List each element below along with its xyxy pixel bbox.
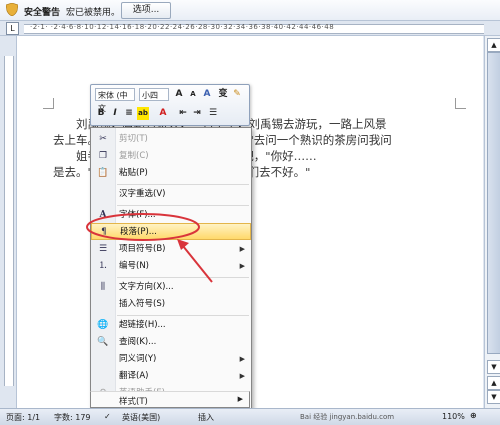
format-painter-icon[interactable]: ✎ — [231, 88, 243, 101]
bullets-icon: ☰ — [98, 244, 108, 254]
highlight-color-button[interactable]: ab — [137, 107, 149, 120]
menu-item-copy[interactable]: ❐ 复制(C) — [91, 148, 251, 165]
insert-mode[interactable]: 插入 — [198, 412, 214, 423]
security-warning-bar: 安全警告 宏已被禁用。 选项... — [0, 0, 500, 21]
font-color-button[interactable]: A — [157, 107, 169, 120]
menu-item-translate[interactable]: 翻译(A) ▶ — [91, 368, 251, 385]
options-button[interactable]: 选项... — [121, 2, 171, 19]
proofing-icon[interactable]: ✓ — [104, 412, 111, 421]
submenu-arrow-icon: ▶ — [237, 395, 243, 403]
paragraph-icon: ¶ — [101, 227, 107, 237]
menu-item-font[interactable]: A 字体(F)... — [91, 207, 251, 224]
submenu-arrow-icon: ▶ — [239, 245, 245, 253]
paste-icon: 📋 — [97, 168, 109, 178]
menu-item-styles[interactable]: 样式(T) ▶ — [90, 391, 250, 408]
tab-selector-icon[interactable]: L — [6, 22, 19, 35]
font-icon: A — [99, 210, 107, 220]
zoom-level[interactable]: 110% — [442, 412, 465, 421]
vertical-scrollbar[interactable]: ▲ ▼ ▲ ▼ — [484, 36, 500, 408]
menu-item-lookup[interactable]: 🔍 查阅(K)... — [91, 334, 251, 351]
menu-item-cut[interactable]: ✂ 剪切(T) — [91, 131, 251, 148]
security-warning-message: 宏已被禁用。 — [66, 8, 121, 18]
menu-item-synonyms[interactable]: 同义词(Y) ▶ — [91, 351, 251, 368]
margin-corner-mark — [43, 98, 54, 109]
next-page-icon[interactable]: ▼ — [487, 390, 500, 404]
horizontal-ruler[interactable]: L ·2·1· ·2·4·6·8·10·12·14·16·18·20·22·24… — [0, 21, 500, 36]
decrease-indent-button[interactable]: ⇤ — [177, 107, 189, 120]
italic-button[interactable]: I — [109, 107, 121, 120]
text-direction-icon: ⫼ — [100, 282, 106, 292]
vertical-ruler[interactable] — [0, 36, 17, 408]
shrink-font-button[interactable]: A — [187, 88, 199, 101]
text-style-button[interactable]: A — [201, 88, 213, 101]
mini-toolbar: 宋体 (中文 小四 A A A 变 ✎ B I ≡ ab A ⇤ ⇥ ☰ — [90, 84, 250, 126]
language-indicator[interactable]: 英语(美国) — [122, 412, 160, 423]
menu-separator — [117, 184, 249, 185]
scrollbar-thumb[interactable] — [487, 52, 500, 354]
numbering-icon: ⒈ — [98, 261, 108, 271]
word-count[interactable]: 字数: 179 — [54, 412, 91, 423]
menu-item-text-direction[interactable]: ⫼ 文字方向(X)... — [91, 279, 251, 296]
hyperlink-icon: 🌐 — [97, 320, 109, 330]
menu-item-bullets[interactable]: ☰ 项目符号(B) ▶ — [91, 241, 251, 258]
bullets-button[interactable]: ☰ — [207, 107, 219, 120]
scroll-up-icon[interactable]: ▲ — [487, 38, 500, 52]
submenu-arrow-icon: ▶ — [239, 355, 245, 363]
menu-separator — [117, 315, 249, 316]
phonetic-guide-button[interactable]: 变 — [217, 88, 229, 101]
menu-item-hyperlink[interactable]: 🌐 超链接(H)... — [91, 317, 251, 334]
security-warning-title: 安全警告 — [24, 8, 61, 18]
submenu-arrow-icon: ▶ — [239, 262, 245, 270]
menu-separator — [117, 205, 249, 206]
submenu-arrow-icon: ▶ — [239, 372, 245, 380]
watermark: Bai 经验 jingyan.baidu.com — [300, 413, 395, 421]
menu-item-numbering[interactable]: ⒈ 编号(N) ▶ — [91, 258, 251, 275]
menu-item-paragraph[interactable]: ¶ 段落(P)... — [91, 223, 251, 240]
scroll-down-icon[interactable]: ▼ — [487, 360, 500, 374]
vertical-ruler-bar — [4, 56, 14, 386]
lookup-icon: 🔍 — [97, 337, 109, 347]
shield-icon — [6, 3, 18, 16]
font-name-select[interactable]: 宋体 (中文 — [95, 88, 135, 113]
bold-button[interactable]: B — [95, 107, 107, 120]
ruler-numbers: ·2·1· ·2·4·6·8·10·12·14·16·18·20·22·24·2… — [30, 23, 335, 31]
align-center-button[interactable]: ≡ — [123, 107, 135, 120]
increase-indent-button[interactable]: ⇥ — [191, 107, 203, 120]
context-menu: ✂ 剪切(T) ❐ 复制(C) 📋 粘贴(P) 汉字重选(V) A 字体(F).… — [90, 127, 252, 411]
menu-item-paste[interactable]: 📋 粘贴(P) — [91, 165, 251, 182]
grow-font-button[interactable]: A — [173, 88, 185, 101]
font-size-select[interactable]: 小四 — [139, 88, 169, 101]
status-bar: 页面: 1/1 字数: 179 ✓ 英语(美国) 插入 Bai 经验 jingy… — [0, 408, 500, 425]
menu-item-reconvert[interactable]: 汉字重选(V) — [91, 186, 251, 203]
margin-corner-mark — [455, 98, 466, 109]
zoom-in-icon[interactable]: ⊕ — [470, 411, 477, 420]
copy-icon: ❐ — [98, 151, 108, 161]
prev-page-icon[interactable]: ▲ — [487, 376, 500, 390]
menu-item-insert-symbol[interactable]: 插入符号(S) — [91, 296, 251, 313]
menu-separator — [117, 277, 249, 278]
scissors-icon: ✂ — [99, 134, 107, 144]
page-count[interactable]: 页面: 1/1 — [6, 412, 40, 423]
